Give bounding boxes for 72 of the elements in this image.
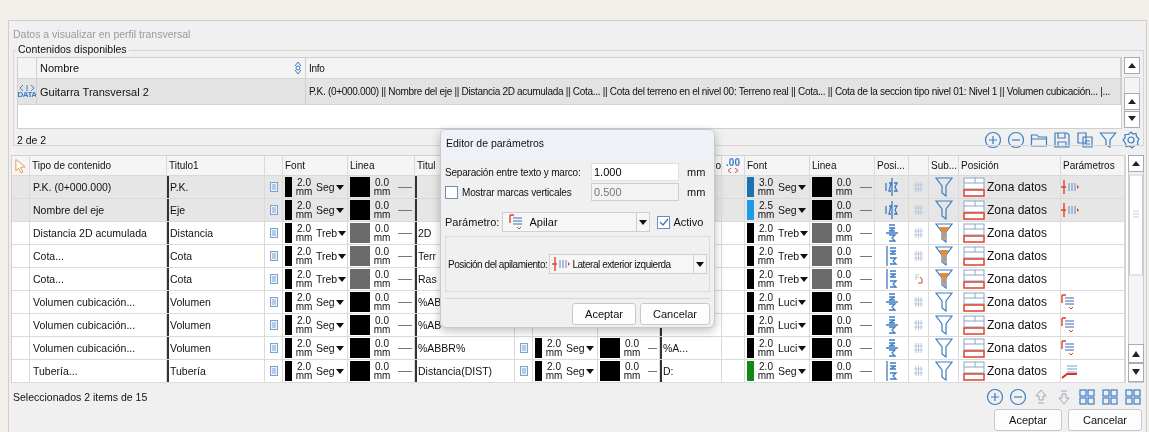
unit-label: mm xyxy=(687,166,706,178)
data-icon: DATA xyxy=(18,84,36,99)
table-cell: Volumen cubicación... xyxy=(30,314,167,336)
font-size: 2.0 mm xyxy=(756,269,776,289)
line-width: 0.0 mm xyxy=(622,338,642,358)
font-size: 2.0 mm xyxy=(294,223,314,243)
status-text: Seleccionados 2 items de 15 xyxy=(13,391,148,403)
font-size: 2.0 mm xyxy=(294,292,314,312)
font-size: 2.0 mm xyxy=(294,246,314,266)
zone-label: Zona datos xyxy=(987,249,1048,263)
line-width: 0.0 mm xyxy=(834,292,854,312)
zone-label: Zona datos xyxy=(987,318,1048,332)
table-cell: Distancia 2D acumulada xyxy=(30,222,167,244)
group-title: Contenidos disponibles xyxy=(16,43,129,57)
font-size: 2.0 mm xyxy=(756,338,776,358)
font-size: 2.0 mm xyxy=(544,361,564,381)
line-width: 0.0 mm xyxy=(372,223,392,243)
font-size: 2.0 mm xyxy=(756,246,776,266)
zone-label: Zona datos xyxy=(987,341,1048,355)
item-count: 2 de 2 xyxy=(17,134,47,146)
zone-label: Zona datos xyxy=(987,295,1048,309)
table-cell: Tubería xyxy=(167,360,265,382)
table-cell: Distancia(DIST) xyxy=(415,360,515,382)
table-cell: P.K. (0+000.000) xyxy=(30,176,167,198)
line-width: 0.0 mm xyxy=(834,315,854,335)
table-cell: P.K. (0+000.000) || Nombre del eje || Distancia 2D acumulada || Cota... || Cota del terreno en el nivel 00: Terreno real || Cota... || Cota de la seccion tipo nivel 01: Nivel 1 || Volumen cubicación... |... xyxy=(306,79,1121,104)
font-size: 3.0 mm xyxy=(756,177,776,197)
line-width: 0.0 mm xyxy=(834,338,854,358)
table-cell: Guitarra Transversal 2 xyxy=(37,79,306,104)
dialog-title: Editor de parámetros xyxy=(441,130,714,158)
table-cell: Nombre del eje xyxy=(30,199,167,221)
line-width: 0.0 mm xyxy=(372,338,392,358)
table-cell: Cota... xyxy=(30,245,167,267)
line-width: 0.0 mm xyxy=(834,361,854,381)
font-size: 2.0 mm xyxy=(756,292,776,312)
zone-label: Zona datos xyxy=(987,203,1048,217)
line-width: 0.0 mm xyxy=(834,200,854,220)
line-width: 0.0 mm xyxy=(834,223,854,243)
field-label: Separación entre texto y marco: xyxy=(445,166,582,178)
table-cell: D: xyxy=(660,360,722,382)
font-size: 2.0 mm xyxy=(294,269,314,289)
font-size: 2.0 mm xyxy=(294,200,314,220)
line-width: 0.0 mm xyxy=(372,292,392,312)
line-width: 0.0 mm xyxy=(372,361,392,381)
zone-label: Zona datos xyxy=(987,226,1048,240)
table-cell: Cota... xyxy=(30,268,167,290)
line-width: 0.0 mm xyxy=(372,315,392,335)
zone-label: Zona datos xyxy=(987,180,1048,194)
line-width: 0.0 mm xyxy=(372,200,392,220)
table-cell: Volumen cubicación... xyxy=(30,337,167,359)
font-size: 2.0 mm xyxy=(544,338,564,358)
line-width: 0.0 mm xyxy=(622,361,642,381)
zone-label: Zona datos xyxy=(987,364,1048,378)
font-size: 2.0 mm xyxy=(756,361,776,381)
line-width: 0.0 mm xyxy=(834,177,854,197)
font-size: 2.0 mm xyxy=(294,177,314,197)
font-size: 2.5 mm xyxy=(756,200,776,220)
window-title: Datos a visualizar en perfil transversal xyxy=(12,27,192,42)
line-width: 0.0 mm xyxy=(834,269,854,289)
line-width: 0.0 mm xyxy=(372,177,392,197)
line-width: 0.0 mm xyxy=(372,246,392,266)
font-size: 2.0 mm xyxy=(756,223,776,243)
zone-label: Zona datos xyxy=(987,272,1048,286)
unit-label: mm xyxy=(687,186,706,198)
line-width: 0.0 mm xyxy=(834,246,854,266)
line-width: 0.0 mm xyxy=(372,269,392,289)
font-size: 2.0 mm xyxy=(756,315,776,335)
font-size: 2.0 mm xyxy=(294,315,314,335)
font-size: 2.0 mm xyxy=(294,338,314,358)
table-cell: Tubería... xyxy=(30,360,167,382)
table-cell: Volumen cubicación... xyxy=(30,291,167,313)
font-size: 2.0 mm xyxy=(294,361,314,381)
